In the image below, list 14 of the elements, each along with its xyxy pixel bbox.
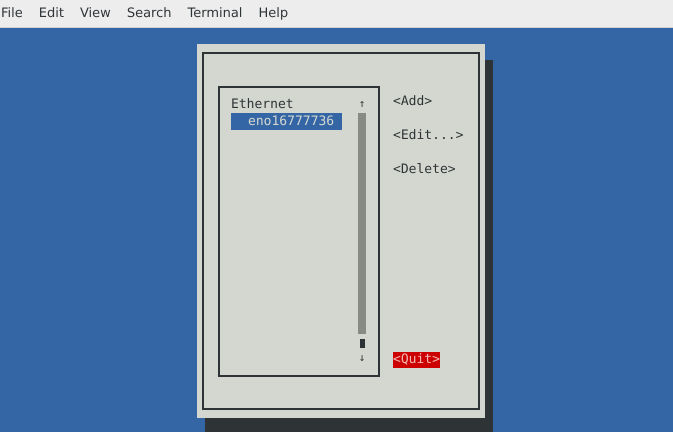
menu-button[interactable]: <Add> [393,94,432,110]
scroll-up-arrow[interactable]: ↑ [358,96,366,112]
menu-item[interactable]: Terminal [187,4,242,24]
list-heading: Ethernet [231,96,294,113]
menu-item[interactable]: View [80,4,111,24]
menu-button[interactable]: <Edit...> [393,128,464,144]
menu-item[interactable]: Search [126,4,172,24]
menu-item[interactable]: Edit [38,4,64,24]
scroll-down-arrow[interactable]: ↓ [358,350,366,366]
menu-item[interactable]: Help [258,4,288,24]
list-item[interactable]: eno16777736 [231,113,342,130]
menu-item[interactable]: File [1,4,23,24]
scrollbar-thumb[interactable] [360,339,364,348]
menu-button[interactable]: <Delete> [393,162,456,178]
